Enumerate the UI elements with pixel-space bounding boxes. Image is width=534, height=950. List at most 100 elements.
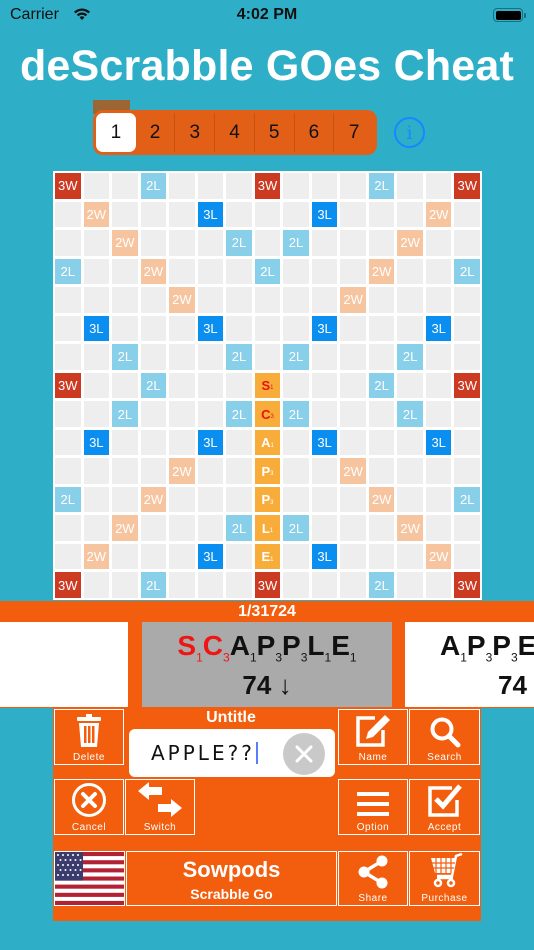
page-tab-1[interactable]: 1 — [96, 113, 136, 152]
board-square[interactable] — [169, 515, 195, 541]
premium-square-dl[interactable]: 2L — [112, 401, 138, 427]
share-button[interactable]: Share — [338, 851, 408, 906]
board-square[interactable] — [340, 543, 366, 570]
accept-button[interactable]: Accept — [409, 779, 480, 835]
purchase-button[interactable]: Purchase — [409, 851, 480, 906]
board-square[interactable] — [454, 344, 480, 370]
board-square[interactable] — [454, 458, 480, 484]
board-square[interactable] — [311, 515, 338, 541]
premium-square-dw[interactable]: 2W — [83, 201, 110, 228]
premium-square-dw[interactable]: 2W — [169, 287, 195, 313]
premium-square-dl[interactable]: 2L — [368, 173, 395, 199]
premium-square-dl[interactable]: 2L — [55, 258, 81, 285]
board-square[interactable] — [311, 287, 338, 313]
board-square[interactable] — [112, 572, 138, 598]
board-square[interactable] — [368, 344, 395, 370]
board-tile[interactable]: A1 — [254, 429, 281, 456]
board-square[interactable] — [311, 401, 338, 427]
board-square[interactable] — [454, 515, 480, 541]
board-square[interactable] — [311, 486, 338, 513]
board-square[interactable] — [226, 429, 252, 456]
premium-square-dw[interactable]: 2W — [425, 543, 452, 570]
premium-square-dw[interactable]: 2W — [83, 543, 110, 570]
board-square[interactable] — [283, 572, 309, 598]
board-square[interactable] — [197, 486, 224, 513]
premium-square-tw[interactable]: 3W — [254, 173, 281, 199]
board-square[interactable] — [425, 458, 452, 484]
page-tab-3[interactable]: 3 — [175, 113, 216, 152]
premium-square-dl[interactable]: 2L — [254, 258, 281, 285]
board-square[interactable] — [83, 287, 110, 313]
board-square[interactable] — [140, 230, 167, 256]
page-tab-7[interactable]: 7 — [334, 113, 374, 152]
board-square[interactable] — [454, 287, 480, 313]
board-square[interactable] — [311, 258, 338, 285]
board-square[interactable] — [454, 543, 480, 570]
board-square[interactable] — [454, 401, 480, 427]
board-square[interactable] — [311, 458, 338, 484]
premium-square-tw[interactable]: 3W — [454, 372, 480, 399]
board-square[interactable] — [254, 344, 281, 370]
board-square[interactable] — [311, 372, 338, 399]
premium-square-dw[interactable]: 2W — [368, 258, 395, 285]
premium-square-dw[interactable]: 2W — [340, 458, 366, 484]
board-square[interactable] — [55, 230, 81, 256]
board-square[interactable] — [226, 543, 252, 570]
premium-square-tl[interactable]: 3L — [425, 315, 452, 342]
board-square[interactable] — [283, 458, 309, 484]
board-square[interactable] — [197, 401, 224, 427]
board-square[interactable] — [83, 230, 110, 256]
board-square[interactable] — [397, 201, 423, 228]
previous-result-card[interactable] — [0, 622, 128, 707]
board-square[interactable] — [368, 230, 395, 256]
board-square[interactable] — [83, 344, 110, 370]
premium-square-tl[interactable]: 3L — [83, 429, 110, 456]
board-square[interactable] — [425, 372, 452, 399]
board-square[interactable] — [112, 287, 138, 313]
board-square[interactable] — [368, 543, 395, 570]
board-square[interactable] — [140, 315, 167, 342]
board-square[interactable] — [425, 287, 452, 313]
premium-square-tw[interactable]: 3W — [254, 572, 281, 598]
premium-square-dl[interactable]: 2L — [368, 572, 395, 598]
premium-square-dl[interactable]: 2L — [283, 401, 309, 427]
board-square[interactable] — [454, 315, 480, 342]
board-square[interactable] — [340, 315, 366, 342]
board-square[interactable] — [140, 515, 167, 541]
board-square[interactable] — [397, 173, 423, 199]
premium-square-tl[interactable]: 3L — [311, 201, 338, 228]
premium-square-dw[interactable]: 2W — [340, 287, 366, 313]
dictionary-button[interactable]: Sowpods Scrabble Go — [126, 851, 337, 906]
board-square[interactable] — [226, 486, 252, 513]
premium-square-dl[interactable]: 2L — [283, 344, 309, 370]
language-flag-button[interactable] — [54, 851, 125, 906]
board-square[interactable] — [226, 372, 252, 399]
board-square[interactable] — [425, 486, 452, 513]
board-square[interactable] — [311, 230, 338, 256]
premium-square-dw[interactable]: 2W — [140, 258, 167, 285]
board-square[interactable] — [226, 458, 252, 484]
premium-square-tl[interactable]: 3L — [311, 429, 338, 456]
board-square[interactable] — [112, 543, 138, 570]
board-square[interactable] — [140, 429, 167, 456]
premium-square-tl[interactable]: 3L — [197, 543, 224, 570]
board-square[interactable] — [197, 344, 224, 370]
board-tile[interactable]: E1 — [254, 543, 281, 570]
board-square[interactable] — [368, 287, 395, 313]
rack-input-value[interactable]: APPLE?? — [151, 741, 258, 765]
board-square[interactable] — [454, 429, 480, 456]
board-square[interactable] — [368, 515, 395, 541]
board-square[interactable] — [368, 201, 395, 228]
board-square[interactable] — [283, 543, 309, 570]
board-square[interactable] — [425, 572, 452, 598]
board-square[interactable] — [311, 344, 338, 370]
premium-square-tl[interactable]: 3L — [425, 429, 452, 456]
premium-square-dl[interactable]: 2L — [397, 401, 423, 427]
board-square[interactable] — [425, 344, 452, 370]
premium-square-dw[interactable]: 2W — [425, 201, 452, 228]
board-square[interactable] — [226, 315, 252, 342]
board-square[interactable] — [197, 230, 224, 256]
board-square[interactable] — [197, 515, 224, 541]
board-square[interactable] — [340, 486, 366, 513]
premium-square-dl[interactable]: 2L — [226, 230, 252, 256]
